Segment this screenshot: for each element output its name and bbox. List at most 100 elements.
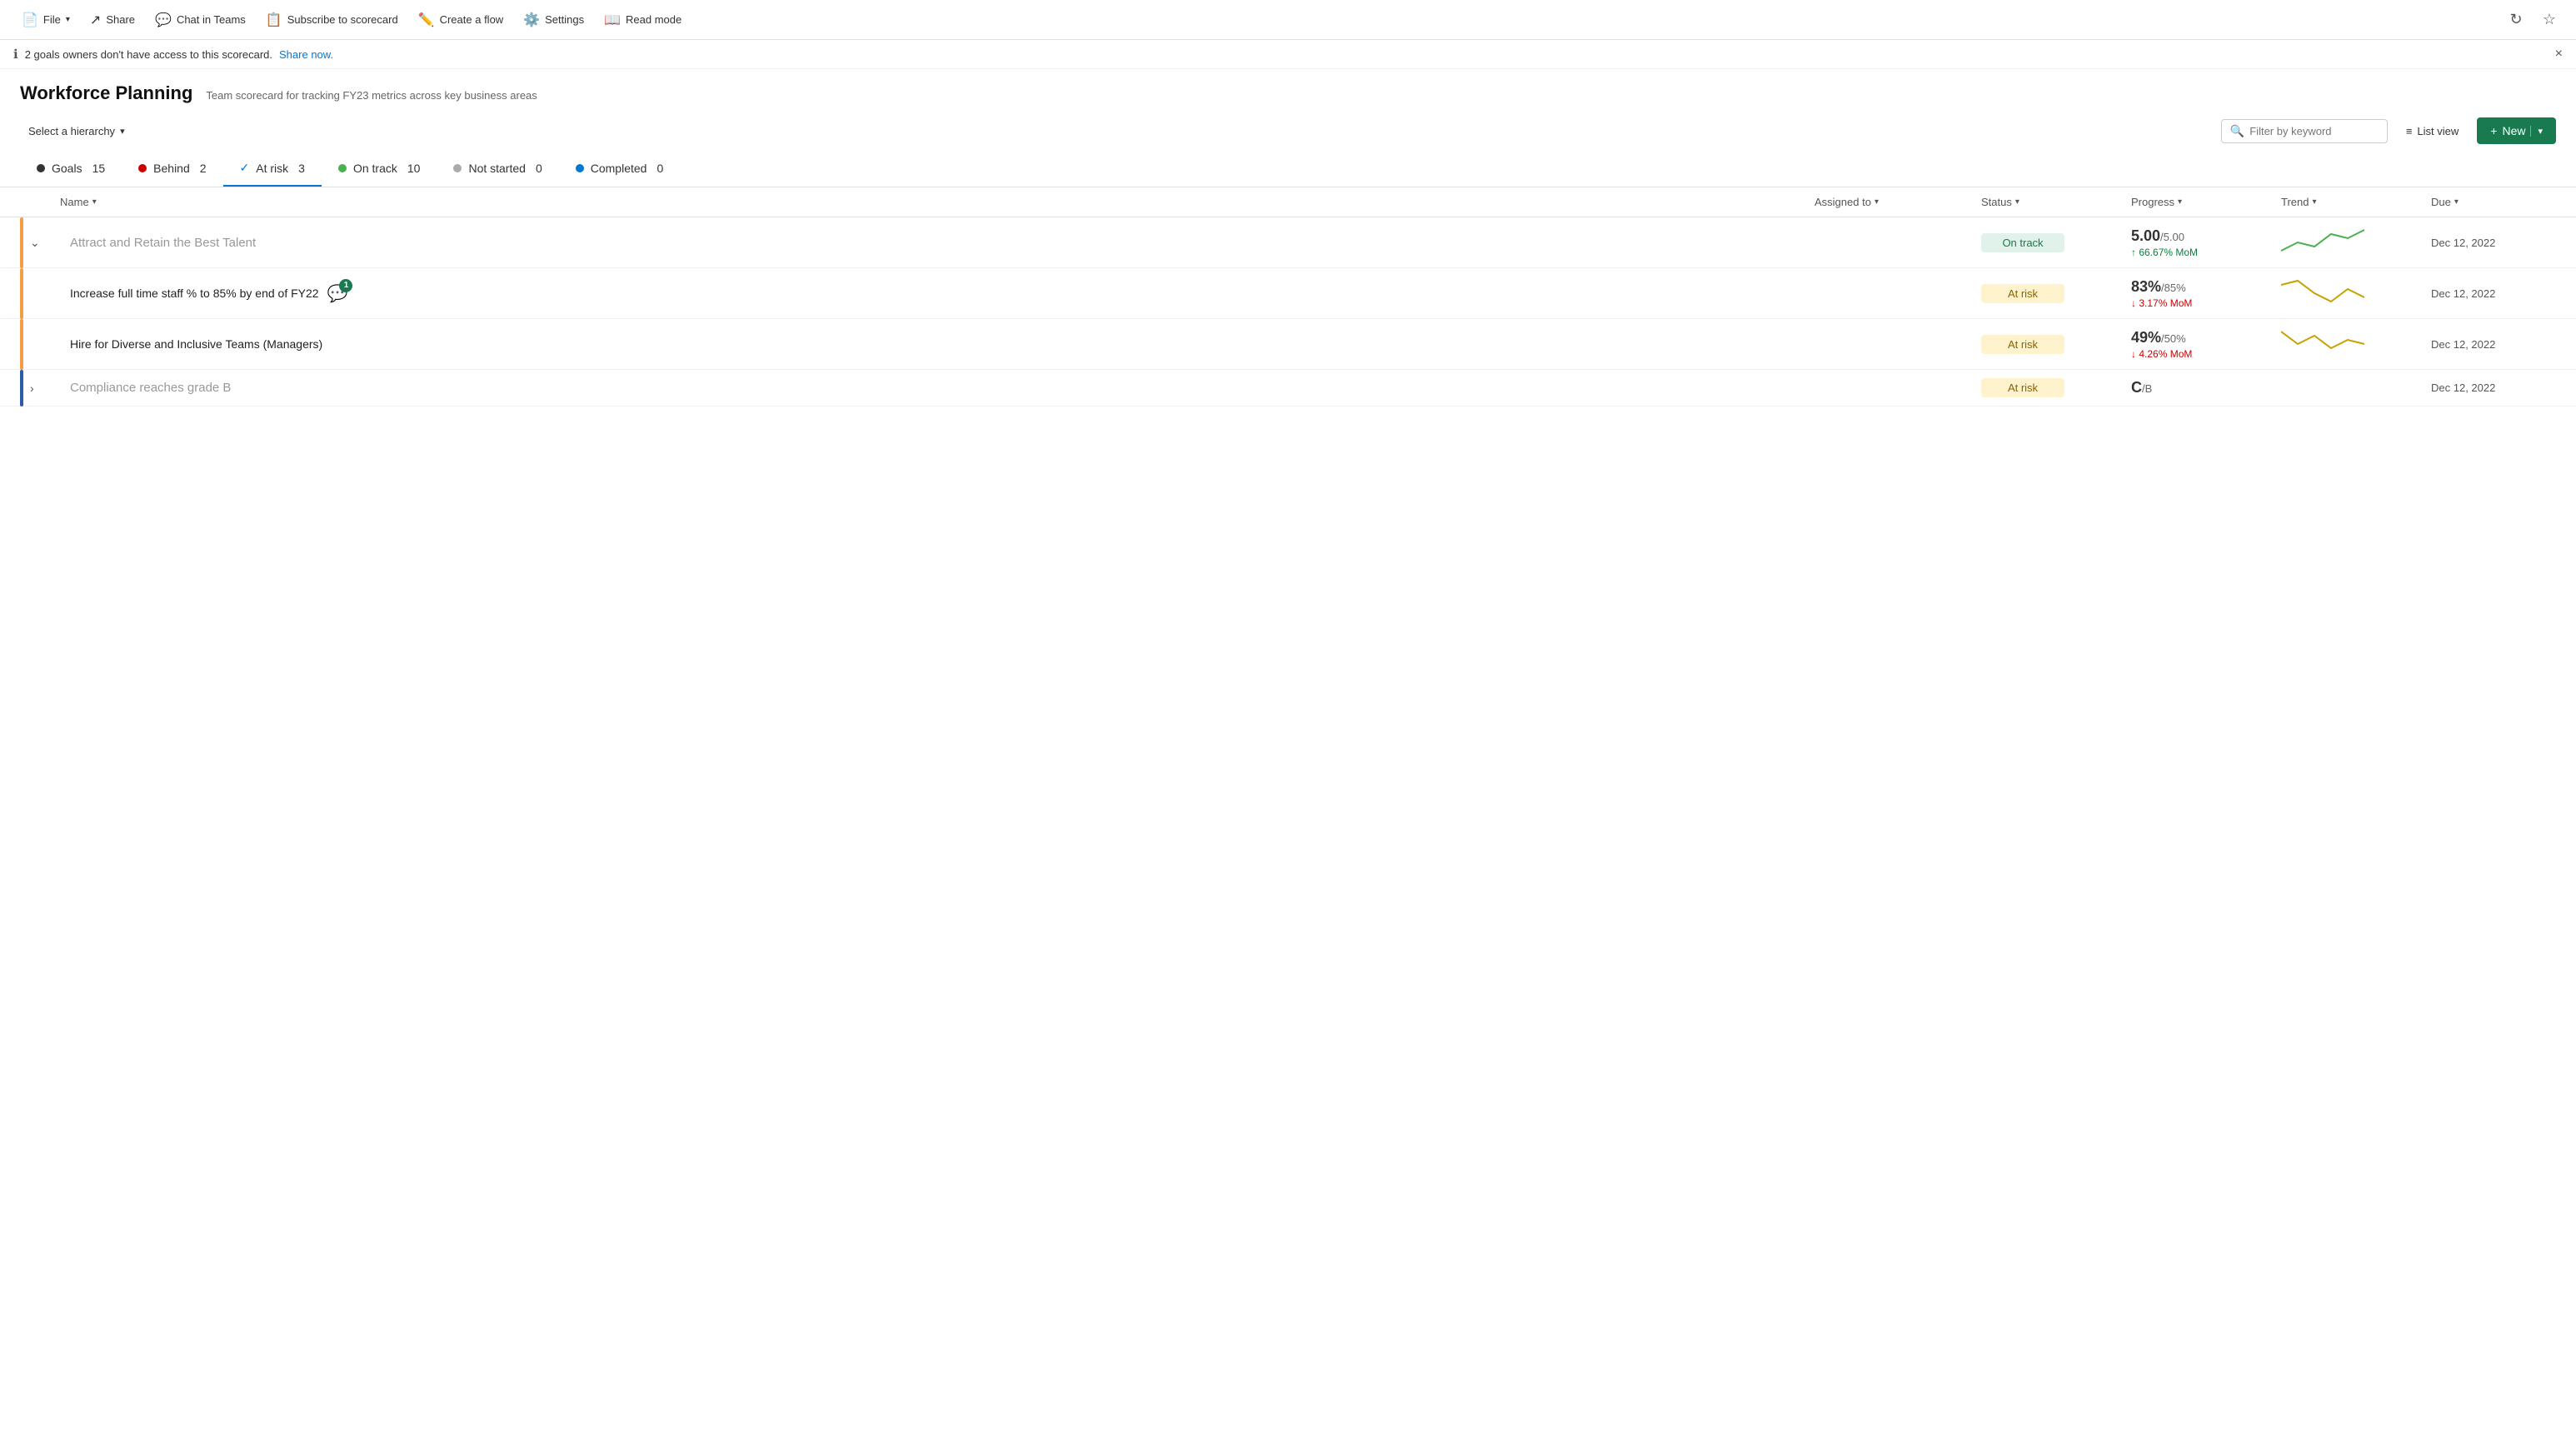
trend-cell xyxy=(2281,226,2431,259)
file-label: File xyxy=(43,13,61,26)
list-view-label: List view xyxy=(2417,125,2459,137)
stat-label: On track xyxy=(353,162,397,175)
group-row: ⌄ Attract and Retain the Best Talent On … xyxy=(0,217,2576,268)
new-button-chevron[interactable]: ▾ xyxy=(2530,126,2543,137)
goal-name: Hire for Diverse and Inclusive Teams (Ma… xyxy=(70,337,322,351)
progress-cell-wrapper: C/B xyxy=(2131,379,2281,396)
stat-tab-completed[interactable]: Completed 0 xyxy=(559,152,681,187)
refresh-button[interactable]: ↻ xyxy=(2503,7,2529,33)
page-subtitle: Team scorecard for tracking FY23 metrics… xyxy=(206,89,537,102)
new-button[interactable]: + New ▾ xyxy=(2477,117,2556,144)
progress-cell-wrapper: 83%/85% ↓ 3.17% MoM xyxy=(2131,278,2281,309)
share-now-link[interactable]: Share now. xyxy=(279,48,333,61)
comment-count: 1 xyxy=(339,279,352,292)
table-container: Name ▾ Assigned to ▾ Status ▾ Progress ▾… xyxy=(0,187,2576,406)
goal-group-row[interactable]: ⌄ Attract and Retain the Best Talent On … xyxy=(0,217,2576,268)
chevron-down-icon: ▾ xyxy=(120,126,125,137)
hierarchy-label: Select a hierarchy xyxy=(28,125,115,137)
stat-count: 2 xyxy=(200,162,207,175)
progress-target: /B xyxy=(2142,382,2152,395)
col-progress[interactable]: Progress ▾ xyxy=(2131,196,2281,208)
subscribe-button[interactable]: 📋 Subscribe to scorecard xyxy=(257,7,407,33)
group-row: › Compliance reaches grade B At risk C/B… xyxy=(0,370,2576,406)
progress-mom: ↓ 3.17% MoM xyxy=(2131,297,2281,309)
goal-group-row[interactable]: › Compliance reaches grade B At risk C/B… xyxy=(0,370,2576,406)
progress-main: 5.00/5.00 xyxy=(2131,227,2281,245)
col-expand xyxy=(20,196,60,208)
sort-icon: ▾ xyxy=(2312,197,2316,207)
stat-label: Goals xyxy=(52,162,82,175)
filter-input[interactable] xyxy=(2249,125,2379,137)
col-status[interactable]: Status ▾ xyxy=(1981,196,2131,208)
progress-main: 49%/50% xyxy=(2131,329,2281,347)
list-view-icon: ≡ xyxy=(2406,125,2413,137)
list-view-button[interactable]: ≡ List view xyxy=(2398,120,2467,142)
progress-mom: ↑ 66.67% MoM xyxy=(2131,247,2281,258)
read-mode-button[interactable]: 📖 Read mode xyxy=(596,7,690,33)
trend-chart xyxy=(2281,327,2431,361)
status-cell: At risk xyxy=(1981,284,2131,303)
star-button[interactable]: ☆ xyxy=(2536,7,2563,33)
progress-cell: C/B xyxy=(2131,379,2281,396)
progress-cell: 5.00/5.00 ↑ 66.67% MoM xyxy=(2131,227,2281,258)
stat-tab-behind[interactable]: Behind2 xyxy=(122,152,222,187)
trend-chart xyxy=(2281,277,2431,310)
status-cell: At risk xyxy=(1981,378,2131,397)
stat-label: Completed xyxy=(591,162,647,175)
subscribe-label: Subscribe to scorecard xyxy=(287,13,398,26)
name-cell: Hire for Diverse and Inclusive Teams (Ma… xyxy=(70,337,1815,351)
dot-icon xyxy=(576,164,584,172)
hierarchy-selector[interactable]: Select a hierarchy ▾ xyxy=(20,120,133,142)
status-badge: At risk xyxy=(1981,378,2064,397)
progress-cell: 83%/85% ↓ 3.17% MoM xyxy=(2131,278,2281,309)
share-button[interactable]: ↗ Share xyxy=(82,7,143,33)
search-icon: 🔍 xyxy=(2230,124,2244,138)
chat-in-teams-button[interactable]: 💬 Chat in Teams xyxy=(147,7,254,33)
stat-tab-not-started[interactable]: Not started0 xyxy=(437,152,558,187)
comment-bubble[interactable]: 💬 1 xyxy=(327,283,348,304)
col-name[interactable]: Name ▾ xyxy=(60,196,1815,208)
table-body: ⌄ Attract and Retain the Best Talent On … xyxy=(0,217,2576,406)
due-date: Dec 12, 2022 xyxy=(2431,381,2556,394)
progress-cell: 49%/50% ↓ 4.26% MoM xyxy=(2131,329,2281,360)
status-cell: On track xyxy=(1981,233,2131,252)
progress-mom: ↓ 4.26% MoM xyxy=(2131,348,2281,360)
read-mode-label: Read mode xyxy=(626,13,681,26)
sort-icon: ▾ xyxy=(2454,197,2459,207)
teams-icon: 💬 xyxy=(155,12,172,28)
goal-child-row[interactable]: Hire for Diverse and Inclusive Teams (Ma… xyxy=(0,319,2576,370)
progress-cell-wrapper: 5.00/5.00 ↑ 66.67% MoM xyxy=(2131,227,2281,258)
expand-button[interactable]: ⌄ xyxy=(30,236,70,250)
stat-count: 15 xyxy=(92,162,106,175)
stat-tab-at-risk[interactable]: ✓At risk3 xyxy=(223,151,322,187)
left-bar xyxy=(20,319,23,370)
stat-tab-on-track[interactable]: On track 10 xyxy=(322,152,437,187)
col-due[interactable]: Due ▾ xyxy=(2431,196,2556,208)
stats-row: Goals 15 Behind2✓At risk3 On track 10 Not sta… xyxy=(0,151,2576,187)
subscribe-icon: 📋 xyxy=(266,12,282,28)
stat-count: 0 xyxy=(536,162,542,175)
stat-tab-goals[interactable]: Goals 15 xyxy=(20,152,122,187)
name-cell: Increase full time staff % to 85% by end… xyxy=(70,283,1815,304)
stat-count: 0 xyxy=(656,162,663,175)
file-menu[interactable]: 📄 File ▾ xyxy=(13,7,78,33)
toolbar: 📄 File ▾ ↗ Share 💬 Chat in Teams 📋 Subsc… xyxy=(0,0,2576,40)
filter-search[interactable]: 🔍 xyxy=(2221,119,2388,143)
sort-icon: ▾ xyxy=(2178,197,2182,207)
plus-icon: + xyxy=(2490,124,2497,137)
left-bar xyxy=(20,370,23,406)
chat-in-teams-label: Chat in Teams xyxy=(177,13,246,26)
col-trend[interactable]: Trend ▾ xyxy=(2281,196,2431,208)
notification-close[interactable]: × xyxy=(2555,47,2563,62)
progress-cell-wrapper: 49%/50% ↓ 4.26% MoM xyxy=(2131,329,2281,360)
progress-target: /85% xyxy=(2161,282,2186,294)
sort-icon: ▾ xyxy=(2015,197,2019,207)
create-flow-label: Create a flow xyxy=(440,13,504,26)
stat-count: 10 xyxy=(407,162,421,175)
stat-label: At risk xyxy=(256,162,288,175)
goal-child-row[interactable]: Increase full time staff % to 85% by end… xyxy=(0,268,2576,319)
expand-button[interactable]: › xyxy=(30,381,70,395)
create-flow-button[interactable]: ✏️ Create a flow xyxy=(410,7,512,33)
settings-button[interactable]: ⚙️ Settings xyxy=(515,7,592,33)
col-assigned-to[interactable]: Assigned to ▾ xyxy=(1815,196,1981,208)
